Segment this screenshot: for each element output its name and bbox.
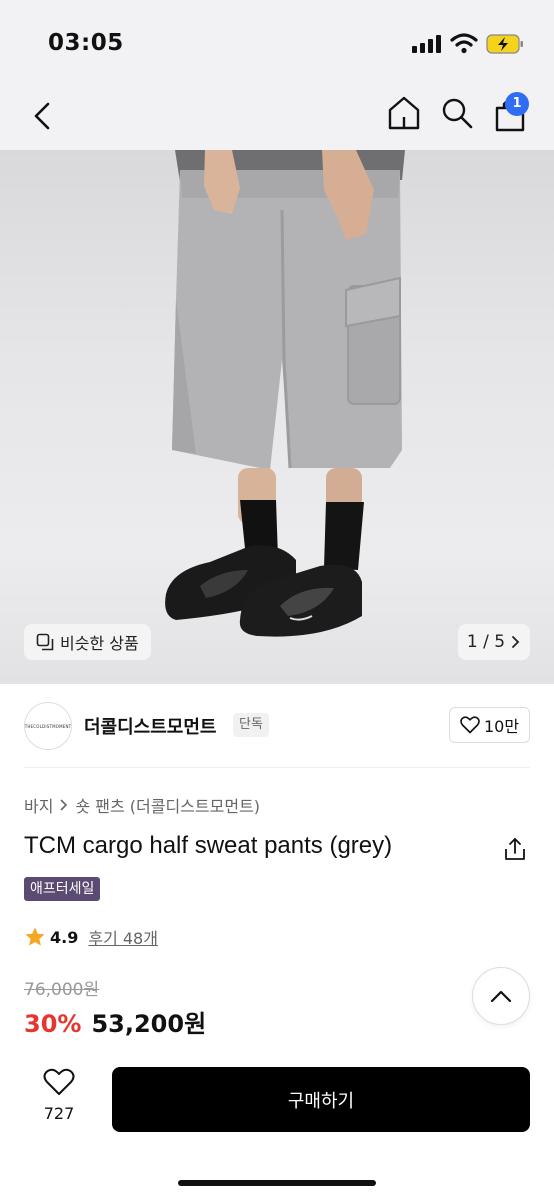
original-price: 76,000원 (24, 980, 100, 1000)
battery-charging-icon (486, 34, 523, 54)
breadcrumb-subcategory[interactable]: 숏 팬츠 (더콜디스트모먼트) (75, 793, 260, 817)
brand-logo-text: THECOLDISTMOMENT (24, 723, 72, 729)
buy-button[interactable]: 구매하기 (112, 1067, 530, 1132)
review-link[interactable]: 후기 48개 (88, 925, 158, 949)
divider (24, 767, 530, 768)
product-photo (165, 150, 405, 637)
chevron-right-icon (60, 799, 68, 811)
heart-icon (43, 1068, 75, 1095)
scroll-to-top-button[interactable] (472, 967, 530, 1025)
similar-products-label: 비슷한 상품 (60, 634, 139, 653)
sale-price: 53,200원 (91, 1010, 207, 1038)
discount-rate: 30% (24, 1010, 82, 1038)
chevron-up-icon (490, 990, 512, 1003)
copy-icon (36, 633, 54, 651)
sale-badge: 애프터세일 (24, 877, 101, 901)
share-icon[interactable] (502, 836, 528, 862)
search-icon[interactable] (440, 94, 474, 132)
brand-like-count: 10만 (483, 717, 520, 736)
rating-row: 4.9 후기 48개 (24, 925, 158, 949)
brand-like-button[interactable]: 10만 (449, 707, 530, 743)
breadcrumb-category[interactable]: 바지 (24, 793, 53, 817)
breadcrumb: 바지 숏 팬츠 (더콜디스트모먼트) (24, 793, 260, 817)
home-icon[interactable] (386, 94, 422, 132)
product-like-button[interactable]: 727 (30, 1068, 88, 1130)
signal-icon (412, 35, 442, 53)
product-like-count: 727 (43, 1104, 75, 1123)
buy-button-label: 구매하기 (287, 1090, 355, 1112)
similar-products-button[interactable]: 비슷한 상품 (24, 624, 151, 660)
price-row: 30% 53,200원 (24, 1004, 206, 1039)
cart-count-badge: 1 (505, 92, 529, 116)
back-arrow-icon[interactable] (28, 98, 56, 134)
star-icon (25, 927, 45, 946)
image-pager[interactable]: 1 / 5 (458, 624, 530, 660)
brand-name[interactable]: 더콜디스트모먼트 (84, 713, 216, 739)
status-time: 03:05 (48, 30, 124, 56)
product-image[interactable] (0, 150, 554, 684)
wifi-icon (450, 33, 478, 54)
brand-logo[interactable]: THECOLDISTMOMENT (24, 702, 72, 750)
home-indicator (178, 1180, 376, 1186)
product-title: TCM cargo half sweat pants (grey) (24, 832, 393, 859)
rating-value: 4.9 (50, 927, 79, 947)
heart-icon (460, 716, 480, 734)
brand-row[interactable]: THECOLDISTMOMENT 더콜디스트모먼트 단독 10만 (0, 684, 554, 768)
nav-bar (0, 88, 554, 150)
pager-text: 1 / 5 (466, 632, 506, 652)
exclusive-tag: 단독 (233, 713, 269, 737)
status-bar: 03:05 (0, 0, 554, 88)
chevron-right-icon (512, 636, 520, 648)
